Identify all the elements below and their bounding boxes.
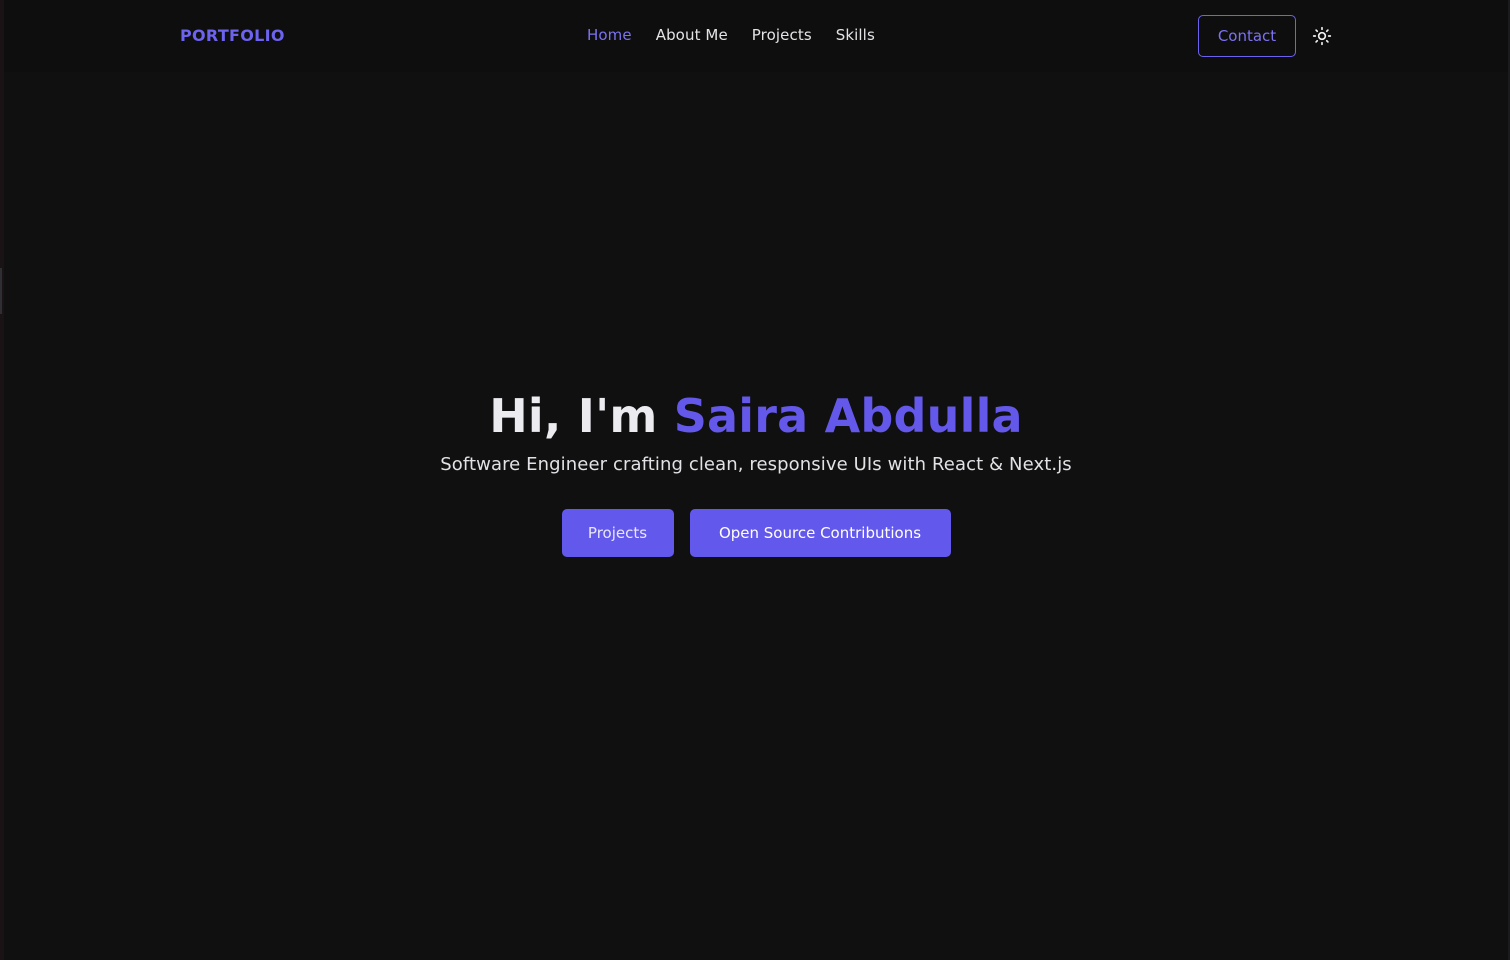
sun-icon (1312, 26, 1332, 46)
hero-subtitle: Software Engineer crafting clean, respon… (440, 454, 1072, 475)
nav-link-skills[interactable]: Skills (836, 26, 875, 44)
window-edge-handle (0, 268, 2, 314)
logo[interactable]: PORTFOLIO (180, 26, 285, 45)
navbar: PORTFOLIO Home About Me Projects Skills … (4, 0, 1508, 72)
nav-link-home[interactable]: Home (587, 26, 632, 44)
hero-name: Saira Abdulla (673, 389, 1023, 443)
projects-button[interactable]: Projects (561, 509, 674, 557)
theme-toggle[interactable] (1310, 24, 1334, 48)
open-source-button[interactable]: Open Source Contributions (689, 509, 951, 557)
hero-section: Hi, I'm Saira Abdulla Software Engineer … (4, 380, 1508, 557)
nav-link-projects[interactable]: Projects (752, 26, 812, 44)
hero-greeting: Hi, I'm (489, 389, 674, 443)
nav-link-about-me[interactable]: About Me (656, 26, 728, 44)
page: PORTFOLIO Home About Me Projects Skills … (0, 0, 1510, 960)
hero-actions: Projects Open Source Contributions (4, 509, 1508, 557)
hero-title: Hi, I'm Saira Abdulla (4, 380, 1508, 452)
contact-button[interactable]: Contact (1198, 15, 1296, 57)
nav-links: Home About Me Projects Skills (587, 26, 899, 44)
